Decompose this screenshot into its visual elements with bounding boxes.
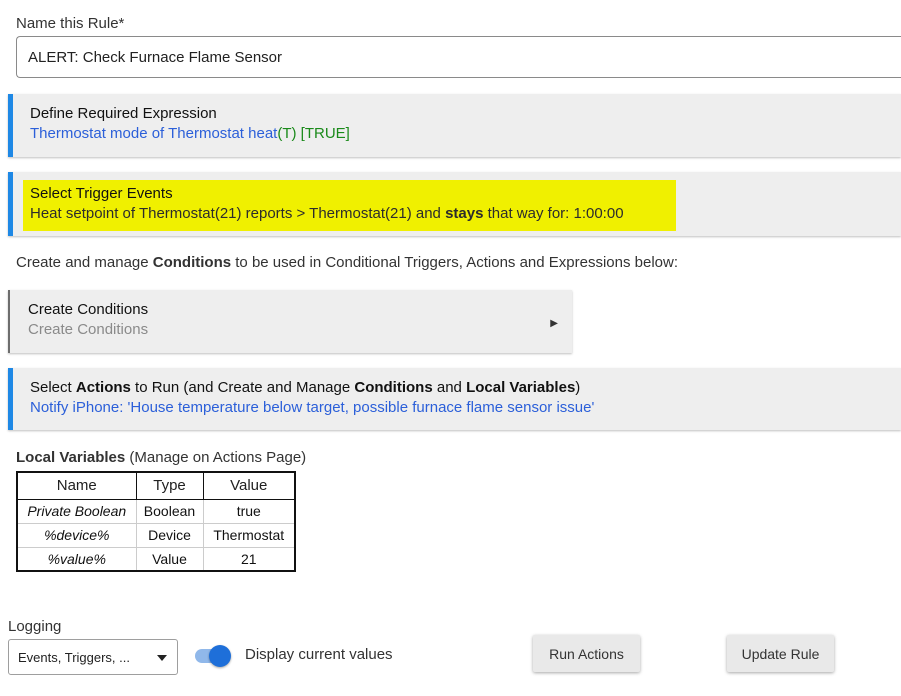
toggle-knob xyxy=(209,645,231,667)
expression-title: Define Required Expression xyxy=(30,105,217,122)
trigger-detail-end: that way for: 1:00:00 xyxy=(483,205,624,222)
local-variables-table: Name Type Value Private Boolean Boolean … xyxy=(16,471,296,572)
actions-title-part: Select xyxy=(30,379,76,396)
display-values-toggle[interactable] xyxy=(193,644,231,668)
logging-label: Logging xyxy=(8,618,62,635)
actions-title-part: and xyxy=(432,379,467,396)
var-type-cell: Value xyxy=(135,546,204,572)
trigger-detail-start: Heat setpoint of Thermostat(21) reports … xyxy=(30,205,446,222)
create-conditions-card[interactable]: Create Conditions Create Conditions ▶ xyxy=(8,290,572,353)
conditions-intro-text: Create and manage Conditions to be used … xyxy=(16,254,678,271)
conditions-intro-bold: Conditions xyxy=(152,254,232,271)
actions-title: Select Actions to Run (and Create and Ma… xyxy=(30,379,901,396)
var-name-cell: %value% xyxy=(16,546,137,572)
var-value-cell: Thermostat xyxy=(202,522,296,548)
run-actions-button[interactable]: Run Actions xyxy=(533,635,640,672)
trigger-highlight: Select Trigger Events Heat setpoint of T… xyxy=(23,180,676,231)
var-type-cell: Boolean xyxy=(135,498,204,524)
trigger-detail: Heat setpoint of Thermostat(21) reports … xyxy=(30,205,676,222)
expression-detail-text: Thermostat mode of Thermostat heat xyxy=(30,125,278,142)
logging-selected-value: Events, Triggers, ... xyxy=(18,650,130,665)
column-header-value: Value xyxy=(202,471,296,500)
var-name-cell: Private Boolean xyxy=(16,498,137,524)
conditions-intro-start: Create and manage xyxy=(16,254,153,271)
var-type-cell: Device xyxy=(135,522,204,548)
var-value-cell: 21 xyxy=(202,546,296,572)
local-variables-heading-rest: (Manage on Actions Page) xyxy=(125,449,307,466)
conditions-intro-end: to be used in Conditional Triggers, Acti… xyxy=(231,254,679,271)
chevron-down-icon xyxy=(157,655,167,661)
actions-title-bold: Actions xyxy=(75,379,131,396)
var-name-cell: %device% xyxy=(16,522,137,548)
update-rule-button[interactable]: Update Rule xyxy=(727,635,834,672)
expression-truth-value: (T) [TRUE] xyxy=(277,125,350,142)
trigger-title: Select Trigger Events xyxy=(30,185,173,202)
create-conditions-title: Create Conditions xyxy=(28,301,149,318)
create-conditions-subtitle: Create Conditions xyxy=(28,321,149,338)
actions-title-part: ) xyxy=(575,379,581,396)
logging-select[interactable]: Events, Triggers, ... xyxy=(8,639,178,675)
table-row: %device% Device Thermostat xyxy=(16,522,296,548)
actions-detail: Notify iPhone: 'House temperature below … xyxy=(30,399,595,416)
rule-name-label: Name this Rule* xyxy=(16,15,125,32)
actions-title-part: to Run (and Create and Manage xyxy=(130,379,355,396)
table-row: Private Boolean Boolean true xyxy=(16,498,296,524)
table-header-row: Name Type Value xyxy=(16,471,296,500)
actions-title-bold: Local Variables xyxy=(466,379,576,396)
expression-detail: Thermostat mode of Thermostat heat(T) [T… xyxy=(30,125,901,142)
define-expression-card[interactable]: Define Required Expression Thermostat mo… xyxy=(8,94,901,157)
var-value-cell: true xyxy=(202,498,296,524)
expand-arrow-icon: ▶ xyxy=(550,318,558,329)
select-actions-card[interactable]: Select Actions to Run (and Create and Ma… xyxy=(8,368,901,430)
local-variables-heading: Local Variables (Manage on Actions Page) xyxy=(16,449,306,466)
actions-title-bold: Conditions xyxy=(354,379,433,396)
column-header-name: Name xyxy=(16,471,137,500)
rule-name-input[interactable] xyxy=(16,36,901,78)
display-values-label: Display current values xyxy=(245,646,393,663)
table-row: %value% Value 21 xyxy=(16,546,296,572)
trigger-detail-bold: stays xyxy=(445,205,484,222)
column-header-type: Type xyxy=(135,471,204,500)
local-variables-heading-bold: Local Variables xyxy=(16,449,126,466)
select-trigger-card[interactable]: Select Trigger Events Heat setpoint of T… xyxy=(8,172,901,236)
